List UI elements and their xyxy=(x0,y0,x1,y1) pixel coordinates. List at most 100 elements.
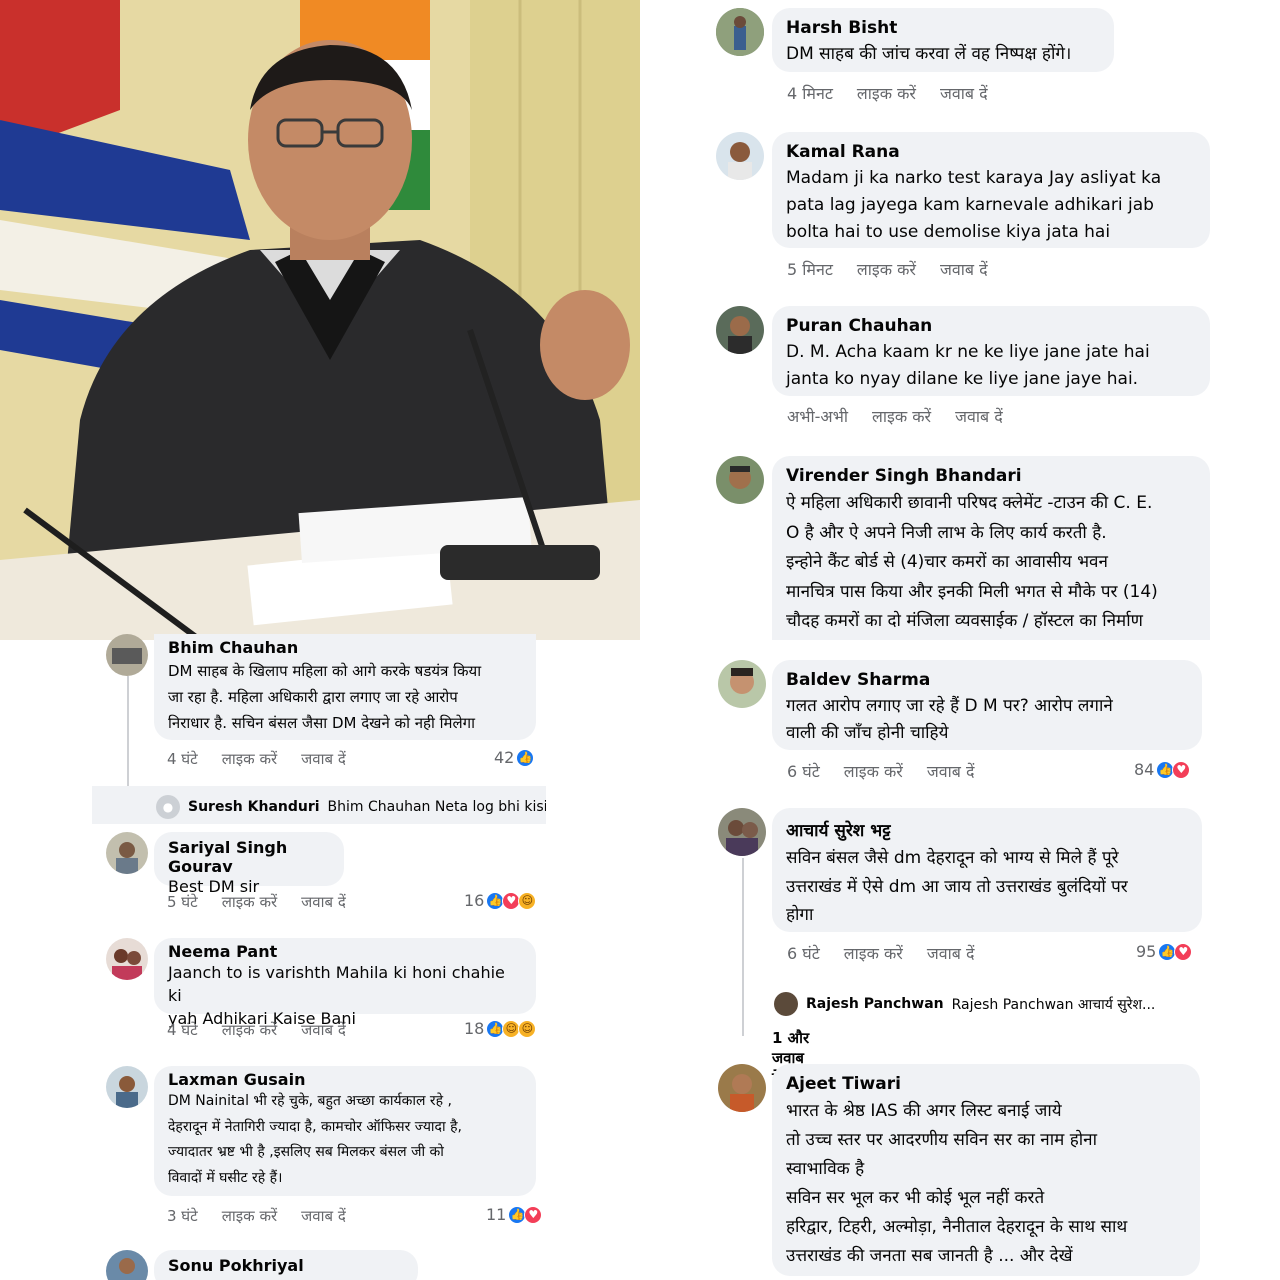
reaction-summary[interactable]: 95 👍 ♥ xyxy=(1136,942,1193,961)
like-button[interactable]: लाइक करें xyxy=(857,82,916,104)
reaction-count: 18 xyxy=(464,1019,485,1038)
comment-author[interactable]: Ajeet Tiwari xyxy=(786,1074,1186,1094)
comment-time[interactable]: 6 घंटे xyxy=(787,760,820,782)
haha-reaction-icon: ☺ xyxy=(518,1019,537,1038)
reaction-count: 16 xyxy=(464,891,485,910)
love-reaction-icon: ♥ xyxy=(1172,760,1191,779)
user-photo-icon xyxy=(718,808,766,856)
comment-text-line: हरिद्वार, टिहरी, अल्मोड़ा, नैनीताल देहरा… xyxy=(786,1217,1128,1237)
reply-button[interactable]: जवाब दें xyxy=(927,942,975,964)
comment-author[interactable]: Neema Pant xyxy=(168,942,522,961)
comment-author[interactable]: Harsh Bisht xyxy=(786,18,1100,38)
reply-button[interactable]: जवाब दें xyxy=(301,1206,346,1226)
comment-text-line: स्वाभाविक है xyxy=(786,1159,865,1179)
reaction-summary[interactable]: 42 👍 xyxy=(494,748,535,767)
comment-text-line: O है और ऐ अपने निजी लाभ के लिए कार्य करत… xyxy=(786,522,1107,543)
reply-author[interactable]: Suresh Khanduri xyxy=(188,799,320,815)
comment-actions: 4 घंटे लाइक करें जवाब दें xyxy=(167,749,346,769)
reaction-summary[interactable]: 84 👍 ♥ xyxy=(1134,760,1191,779)
comment-text-line: Madam ji ka narko test karaya Jay asliya… xyxy=(786,168,1162,188)
comment-bubble: आचार्य सुरेश भट्ट सविन बंसल जैसे dm देहर… xyxy=(772,808,1202,932)
avatar[interactable] xyxy=(716,306,764,354)
like-button[interactable]: लाइक करें xyxy=(844,942,903,964)
avatar[interactable] xyxy=(716,132,764,180)
like-button[interactable]: लाइक करें xyxy=(222,892,277,912)
reaction-count: 11 xyxy=(486,1205,507,1224)
comment-actions: 4 घंटे लाइक करें जवाब दें xyxy=(167,1020,346,1040)
comment-actions: 6 घंटे लाइक करें जवाब दें xyxy=(787,760,975,782)
reply-author[interactable]: Rajesh Panchwan xyxy=(806,996,944,1012)
user-photo-icon xyxy=(716,132,764,180)
comment-author[interactable]: Kamal Rana xyxy=(786,142,1196,162)
reply-button[interactable]: जवाब दें xyxy=(940,82,988,104)
user-photo-icon xyxy=(106,1066,148,1108)
comment-time[interactable]: 5 घंटे xyxy=(167,892,198,912)
like-button[interactable]: लाइक करें xyxy=(222,749,277,769)
like-button[interactable]: लाइक करें xyxy=(857,258,916,280)
avatar[interactable] xyxy=(106,1066,148,1108)
comment-author[interactable]: Baldev Sharma xyxy=(786,670,1188,690)
like-button[interactable]: लाइक करें xyxy=(222,1020,277,1040)
comment-author[interactable]: Virender Singh Bhandari xyxy=(786,466,1196,486)
comment-bubble: Virender Singh Bhandari ऐ महिला अधिकारी … xyxy=(772,456,1210,656)
avatar[interactable] xyxy=(106,832,148,874)
comment-author[interactable]: Laxman Gusain xyxy=(168,1070,522,1089)
comment-time[interactable]: अभी-अभी xyxy=(787,405,848,427)
comment-text-line: इन्होने कैंट बोर्ड से (4)चार कमरों का आव… xyxy=(786,552,1108,572)
reaction-summary[interactable]: 18 👍 ☺ ☺ xyxy=(464,1019,537,1038)
avatar[interactable] xyxy=(716,456,764,504)
avatar[interactable] xyxy=(106,1250,148,1280)
avatar[interactable] xyxy=(716,8,764,56)
comment-text-line: DM साहब के खिलाप महिला को आगे करके षडयंत… xyxy=(168,662,482,680)
comment-text-line: सविन बंसल जैसे dm देहरादून को भाग्य से म… xyxy=(786,848,1119,868)
comment-author[interactable]: Sonu Pokhriyal xyxy=(168,1256,404,1275)
comment-actions: 4 मिनट लाइक करें जवाब दें xyxy=(787,82,988,104)
reply-button[interactable]: जवाब दें xyxy=(301,1020,346,1040)
thread-line xyxy=(742,858,744,1036)
comment-bubble: Sariyal Singh Gourav Best DM sir xyxy=(154,832,344,896)
comment-author[interactable]: आचार्य सुरेश भट्ट xyxy=(786,818,1188,841)
like-button[interactable]: लाइक करें xyxy=(872,405,931,427)
comment-bubble: Laxman Gusain DM Nainital भी रहे चुके, ब… xyxy=(154,1066,536,1196)
comment-text-line: चौदह कमरों का दो मंजिला व्यवसाईक / हॉस्ट… xyxy=(786,611,1143,631)
comment-time[interactable]: 6 घंटे xyxy=(787,942,820,964)
avatar[interactable] xyxy=(106,634,148,676)
reaction-summary[interactable]: 11 👍 ♥ xyxy=(486,1205,543,1224)
comment-author[interactable]: Puran Chauhan xyxy=(786,316,1196,336)
avatar[interactable] xyxy=(718,1064,766,1112)
comment-text-line: janta ko nyay dilane ke liye jane jaye h… xyxy=(786,369,1139,389)
reply-button[interactable]: जवाब दें xyxy=(940,258,988,280)
comment-text-line: DM Nainital भी रहे चुके, बहुत अच्छा कार्… xyxy=(168,1093,452,1109)
comment-time[interactable]: 4 मिनट xyxy=(787,82,833,104)
comment-author[interactable]: Sariyal Singh Gourav xyxy=(168,838,330,876)
photo-illustration xyxy=(0,0,640,640)
reply-button[interactable]: जवाब दें xyxy=(955,405,1003,427)
reaction-summary[interactable]: 16 👍 ♥ ☺ xyxy=(464,891,537,910)
avatar[interactable] xyxy=(718,808,766,856)
avatar[interactable] xyxy=(106,938,148,980)
reply-preview[interactable]: ● Suresh Khanduri Bhim Chauhan Neta log … xyxy=(156,795,546,819)
user-photo-icon xyxy=(106,938,148,980)
comment-time[interactable]: 4 घंटे xyxy=(167,1020,198,1040)
reply-preview[interactable]: Rajesh Panchwan Rajesh Panchwan आचार्य स… xyxy=(774,992,1204,1016)
like-button[interactable]: लाइक करें xyxy=(844,760,903,782)
comment-text-line: निराधार है. सचिन बंसल जैसा DM देखने को न… xyxy=(168,714,476,732)
comment-time[interactable]: 5 मिनट xyxy=(787,258,833,280)
reply-button[interactable]: जवाब दें xyxy=(301,749,346,769)
reply-text: Rajesh Panchwan आचार्य सुरेश... xyxy=(951,996,1156,1013)
user-photo-icon xyxy=(718,1064,766,1112)
comment-bubble: Puran Chauhan D. M. Acha kaam kr ne ke l… xyxy=(772,306,1210,396)
comment-author[interactable]: Bhim Chauhan xyxy=(168,638,522,657)
comment-time[interactable]: 4 घंटे xyxy=(167,749,198,769)
default-avatar-icon: ● xyxy=(156,795,180,819)
avatar[interactable] xyxy=(718,660,766,708)
reply-button[interactable]: जवाब दें xyxy=(301,892,346,912)
comment-time[interactable]: 3 घंटे xyxy=(167,1206,198,1226)
like-button[interactable]: लाइक करें xyxy=(222,1206,277,1226)
comment-bubble: Ajeet Tiwari भारत के श्रेष्ठ IAS की अगर … xyxy=(772,1064,1200,1276)
comment-bubble: Bhim Chauhan DM साहब के खिलाप महिला को आ… xyxy=(154,634,536,740)
comment-actions: 3 घंटे लाइक करें जवाब दें xyxy=(167,1206,346,1226)
comment-bubble: Kamal Rana Madam ji ka narko test karaya… xyxy=(772,132,1210,248)
comment-text-line: D. M. Acha kaam kr ne ke liye jane jate … xyxy=(786,342,1150,362)
reply-button[interactable]: जवाब दें xyxy=(927,760,975,782)
